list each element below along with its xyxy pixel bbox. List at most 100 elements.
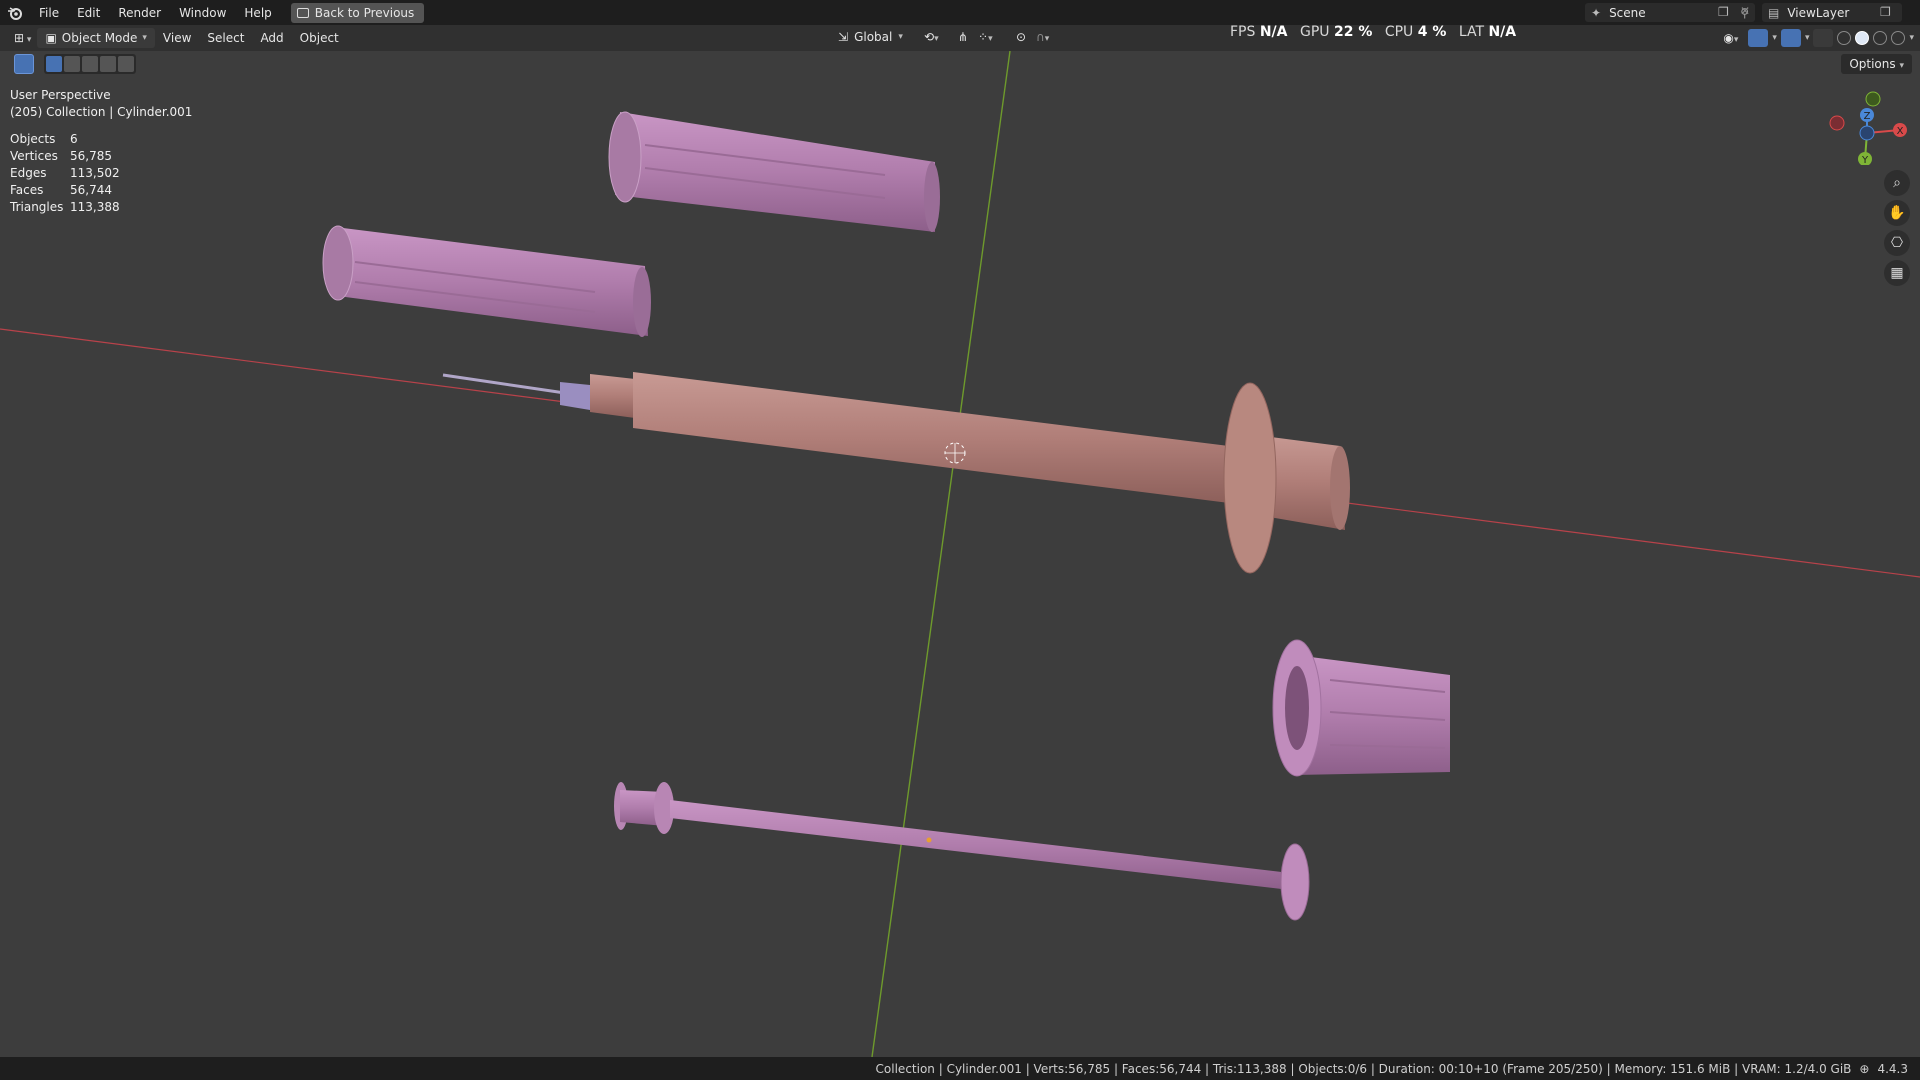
status-bar: Collection | Cylinder.001 | Verts:56,785…: [0, 1057, 1920, 1080]
menu-render[interactable]: Render: [109, 3, 170, 23]
material-shading-icon[interactable]: [1873, 31, 1888, 45]
status-text: Collection | Cylinder.001 | Verts:56,785…: [875, 1061, 1852, 1076]
stat-value: 113,388: [70, 200, 120, 214]
network-icon: ⊕: [1859, 1061, 1870, 1076]
select-new-icon[interactable]: [46, 56, 62, 72]
menu-file[interactable]: File: [30, 3, 68, 23]
stat-label: Objects: [10, 132, 56, 146]
delete-scene-icon[interactable]: ✕: [1740, 4, 1750, 18]
new-viewlayer-icon[interactable]: ❐: [1880, 5, 1891, 19]
gpu-label: GPU: [1299, 24, 1330, 40]
snap-icon[interactable]: ⋔: [958, 30, 968, 44]
select-extend-icon[interactable]: [64, 56, 80, 72]
select-invert-icon[interactable]: [100, 56, 116, 72]
falloff-icon[interactable]: ∩▾: [1036, 30, 1049, 44]
navigation-gizmo[interactable]: X Y Z: [1815, 85, 1915, 165]
object-mode-icon: ▣: [45, 31, 57, 45]
cpu-value: 4 %: [1417, 24, 1447, 40]
select-subtract-icon[interactable]: [82, 56, 98, 72]
options-dropdown[interactable]: Options ▾: [1841, 54, 1912, 74]
tool-row: [14, 54, 136, 74]
selection-mode-group: [44, 54, 136, 74]
grid-icon[interactable]: ▦: [1884, 260, 1910, 286]
stat-row: Triangles 113,388: [10, 199, 192, 216]
menu-select[interactable]: Select: [199, 28, 252, 48]
stat-label: Triangles: [10, 200, 64, 214]
plunger[interactable]: [614, 782, 1310, 921]
select-intersect-icon[interactable]: [118, 56, 134, 72]
chevron-down-icon: ▾: [142, 33, 147, 43]
new-scene-icon[interactable]: ❐: [1718, 5, 1729, 19]
select-tool-icon[interactable]: [14, 54, 34, 74]
perspective-label: User Perspective: [10, 88, 111, 102]
needle-cap-1[interactable]: [608, 111, 940, 232]
viewport-canvas[interactable]: [0, 51, 1920, 1057]
menu-edit[interactable]: Edit: [68, 3, 109, 23]
menu-object[interactable]: Object: [292, 28, 347, 48]
lat-value: N/A: [1488, 24, 1517, 40]
chevron-down-icon: ▾: [1899, 61, 1904, 71]
fps-value: N/A: [1259, 24, 1288, 40]
lat-label: LAT: [1458, 24, 1485, 40]
viewport-shading-controls: ◉▾ ▾ ▾ ▾: [1723, 29, 1914, 47]
object-mode-label: Object Mode: [61, 31, 138, 45]
object-mode-dropdown[interactable]: ▣ Object Mode ▾: [37, 28, 155, 48]
viewport-header: ⊞ ▾ ▣ Object Mode ▾ View Select Add Obje…: [0, 25, 1920, 51]
gizmo-y-label: Y: [1861, 155, 1869, 165]
blender-logo-icon[interactable]: [6, 4, 24, 22]
back-icon: [296, 7, 309, 18]
scene-icon: ✦: [1591, 5, 1602, 20]
gizmo-x-label: X: [1897, 126, 1904, 137]
orientation-label: Global: [854, 30, 893, 44]
options-label: Options: [1849, 57, 1896, 71]
rendered-shading-icon[interactable]: [1891, 31, 1906, 45]
stat-row: Edges 113,502: [10, 165, 192, 182]
syringe-barrel[interactable]: [442, 372, 1350, 574]
gizmo-z-label: Z: [1864, 111, 1871, 122]
version-label: 4.4.3: [1877, 1061, 1908, 1076]
stat-row: Objects 6: [10, 131, 192, 148]
zoom-icon[interactable]: ⌕: [1884, 170, 1910, 196]
fps-label: FPS: [1230, 24, 1256, 40]
visibility-icon[interactable]: ◉▾: [1723, 31, 1738, 45]
finger-grip-part[interactable]: [1272, 639, 1450, 777]
gizmo-dropdown[interactable]: ▾: [1772, 33, 1777, 43]
overlay-dropdown[interactable]: ▾: [1805, 33, 1810, 43]
wireframe-shading-icon[interactable]: [1837, 31, 1852, 45]
overlay-icon[interactable]: [1780, 29, 1801, 47]
editor-type-icon[interactable]: ⊞ ▾: [8, 31, 37, 45]
performance-overlay: FPS N/A GPU 22 % CPU 4 % LAT N/A: [1230, 24, 1524, 40]
stat-value: 56,785: [70, 149, 112, 163]
shading-dropdown[interactable]: ▾: [1909, 33, 1914, 43]
stat-label: Edges: [10, 166, 47, 180]
chevron-down-icon: ▾: [898, 32, 903, 42]
stat-value: 113,502: [70, 166, 120, 180]
hand-icon[interactable]: ✋: [1884, 200, 1910, 226]
viewlayer-name: ViewLayer: [1787, 5, 1850, 20]
stat-row: Faces 56,744: [10, 182, 192, 199]
menu-add[interactable]: Add: [252, 28, 291, 48]
cpu-label: CPU: [1384, 24, 1414, 40]
menu-window[interactable]: Window: [170, 3, 235, 23]
stat-label: Faces: [10, 183, 44, 197]
scene-selector[interactable]: ✦ Scene ⚲: [1585, 3, 1755, 22]
gpu-value: 22 %: [1333, 24, 1373, 40]
gizmo-toggle-icon[interactable]: [1748, 29, 1769, 47]
xray-icon[interactable]: [1813, 29, 1834, 47]
camera-icon[interactable]: ⎔: [1884, 230, 1910, 256]
solid-shading-icon[interactable]: [1855, 31, 1870, 45]
menu-view[interactable]: View: [155, 28, 199, 48]
back-to-previous-button[interactable]: Back to Previous: [290, 2, 425, 23]
stat-label: Vertices: [10, 149, 58, 163]
menu-help[interactable]: Help: [235, 3, 280, 23]
needle-cap-2[interactable]: [322, 225, 651, 337]
stat-row: Vertices 56,785: [10, 148, 192, 165]
pivot-icon[interactable]: ⟲▾: [924, 30, 939, 44]
snap-target-icon[interactable]: ⁘▾: [978, 30, 993, 44]
viewport-stats: User Perspective (205) Collection | Cyli…: [10, 87, 192, 216]
proportional-icon[interactable]: ⊙: [1016, 30, 1026, 44]
viewlayer-icon: ▤: [1768, 5, 1780, 20]
top-bar: File Edit Render Window Help Back to Pre…: [0, 0, 1920, 25]
transform-orientation-dropdown[interactable]: ⇲ Global ▾: [838, 30, 903, 44]
collection-label: (205) Collection | Cylinder.001: [10, 105, 193, 119]
